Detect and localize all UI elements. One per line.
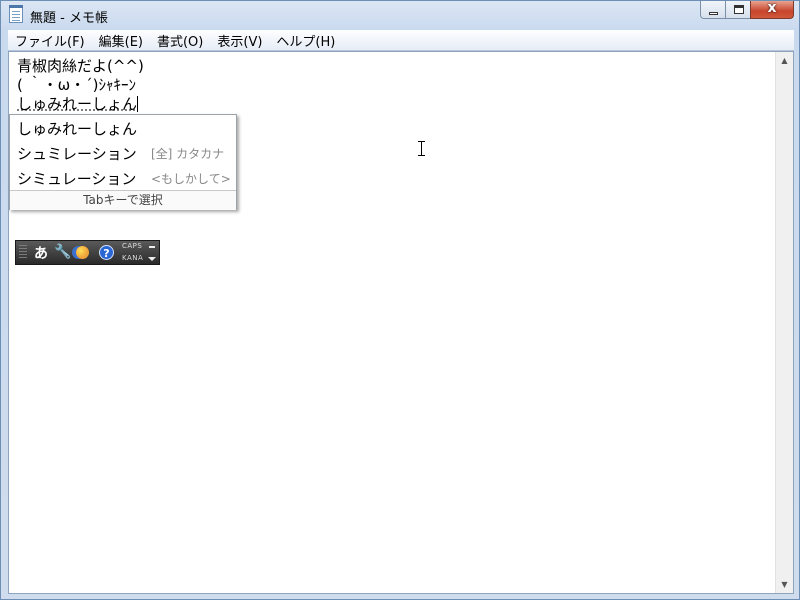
menu-help[interactable]: ヘルプ(H) [269,31,342,50]
menu-edit[interactable]: 編集(E) [92,31,150,50]
ibeam-cursor-icon [418,141,425,156]
notepad-window: 無題 - メモ帳 x ファイル(F) 編集(E) 書式(O) 表示(V) ヘルプ… [0,0,800,600]
text-line-2: ( ｀・ω・´)ｼｬｷｰﾝ [17,76,137,94]
candidate-footer: Tabキーで選択 [10,190,236,210]
caption-buttons: x [700,0,794,21]
menu-file[interactable]: ファイル(F) [8,31,92,50]
maximize-button[interactable] [725,1,751,19]
menu-bar: ファイル(F) 編集(E) 書式(O) 表示(V) ヘルプ(H) [8,30,794,51]
title-bar[interactable]: 無題 - メモ帳 x [1,0,799,29]
kana-indicator: KANA [122,254,144,262]
candidate-item[interactable]: シミュレーション <もしかして> [10,165,236,190]
scroll-up-icon[interactable]: ▲ [776,52,793,69]
input-mode-button[interactable]: あ [34,243,48,263]
editor-text[interactable]: 青椒肉絲だよ(^^) ( ｀・ω・´)ｼｬｷｰﾝ しゅみれーしょん [17,57,144,114]
candidate-text: シミュレーション [17,170,137,188]
text-caret [137,96,139,112]
candidate-item[interactable]: しゅみれーしょん [10,115,236,140]
candidate-text: しゅみれーしょん [17,120,138,138]
candidate-note: [全] カタカナ [151,147,225,161]
wrench-icon[interactable]: 🔧 [54,244,71,260]
text-line-3: しゅみれーしょん [17,95,144,114]
candidate-text: シュミレーション [17,145,137,163]
menu-format[interactable]: 書式(O) [150,31,210,50]
help-icon[interactable]: ? [99,245,114,260]
scroll-down-icon[interactable]: ▼ [776,576,793,593]
minimize-button[interactable] [700,1,726,19]
text-line-1: 青椒肉絲だよ(^^) [17,57,144,75]
ime-candidate-list: しゅみれーしょん シュミレーション [全] カタカナ シミュレーション <もしか… [9,114,237,210]
menu-view[interactable]: 表示(V) [210,31,269,50]
vertical-scrollbar[interactable]: ▲ ▼ [775,52,793,593]
grip-icon[interactable] [19,245,27,260]
dropdown-icon[interactable] [148,257,156,261]
caps-indicator: CAPS [122,242,143,250]
composition-text: しゅみれーしょん [17,95,138,113]
window-title: 無題 - メモ帳 [30,11,108,26]
candidate-item[interactable]: シュミレーション [全] カタカナ [10,140,236,165]
ime-language-bar: あ 🔧 ? CAPS KANA [15,240,160,265]
candidate-note: <もしかして> [151,172,231,186]
close-button[interactable]: x [750,0,794,19]
dash-icon[interactable] [149,246,155,248]
ime-pad-icon[interactable] [76,246,89,259]
notepad-icon[interactable] [9,5,23,23]
close-icon: x [767,0,777,16]
